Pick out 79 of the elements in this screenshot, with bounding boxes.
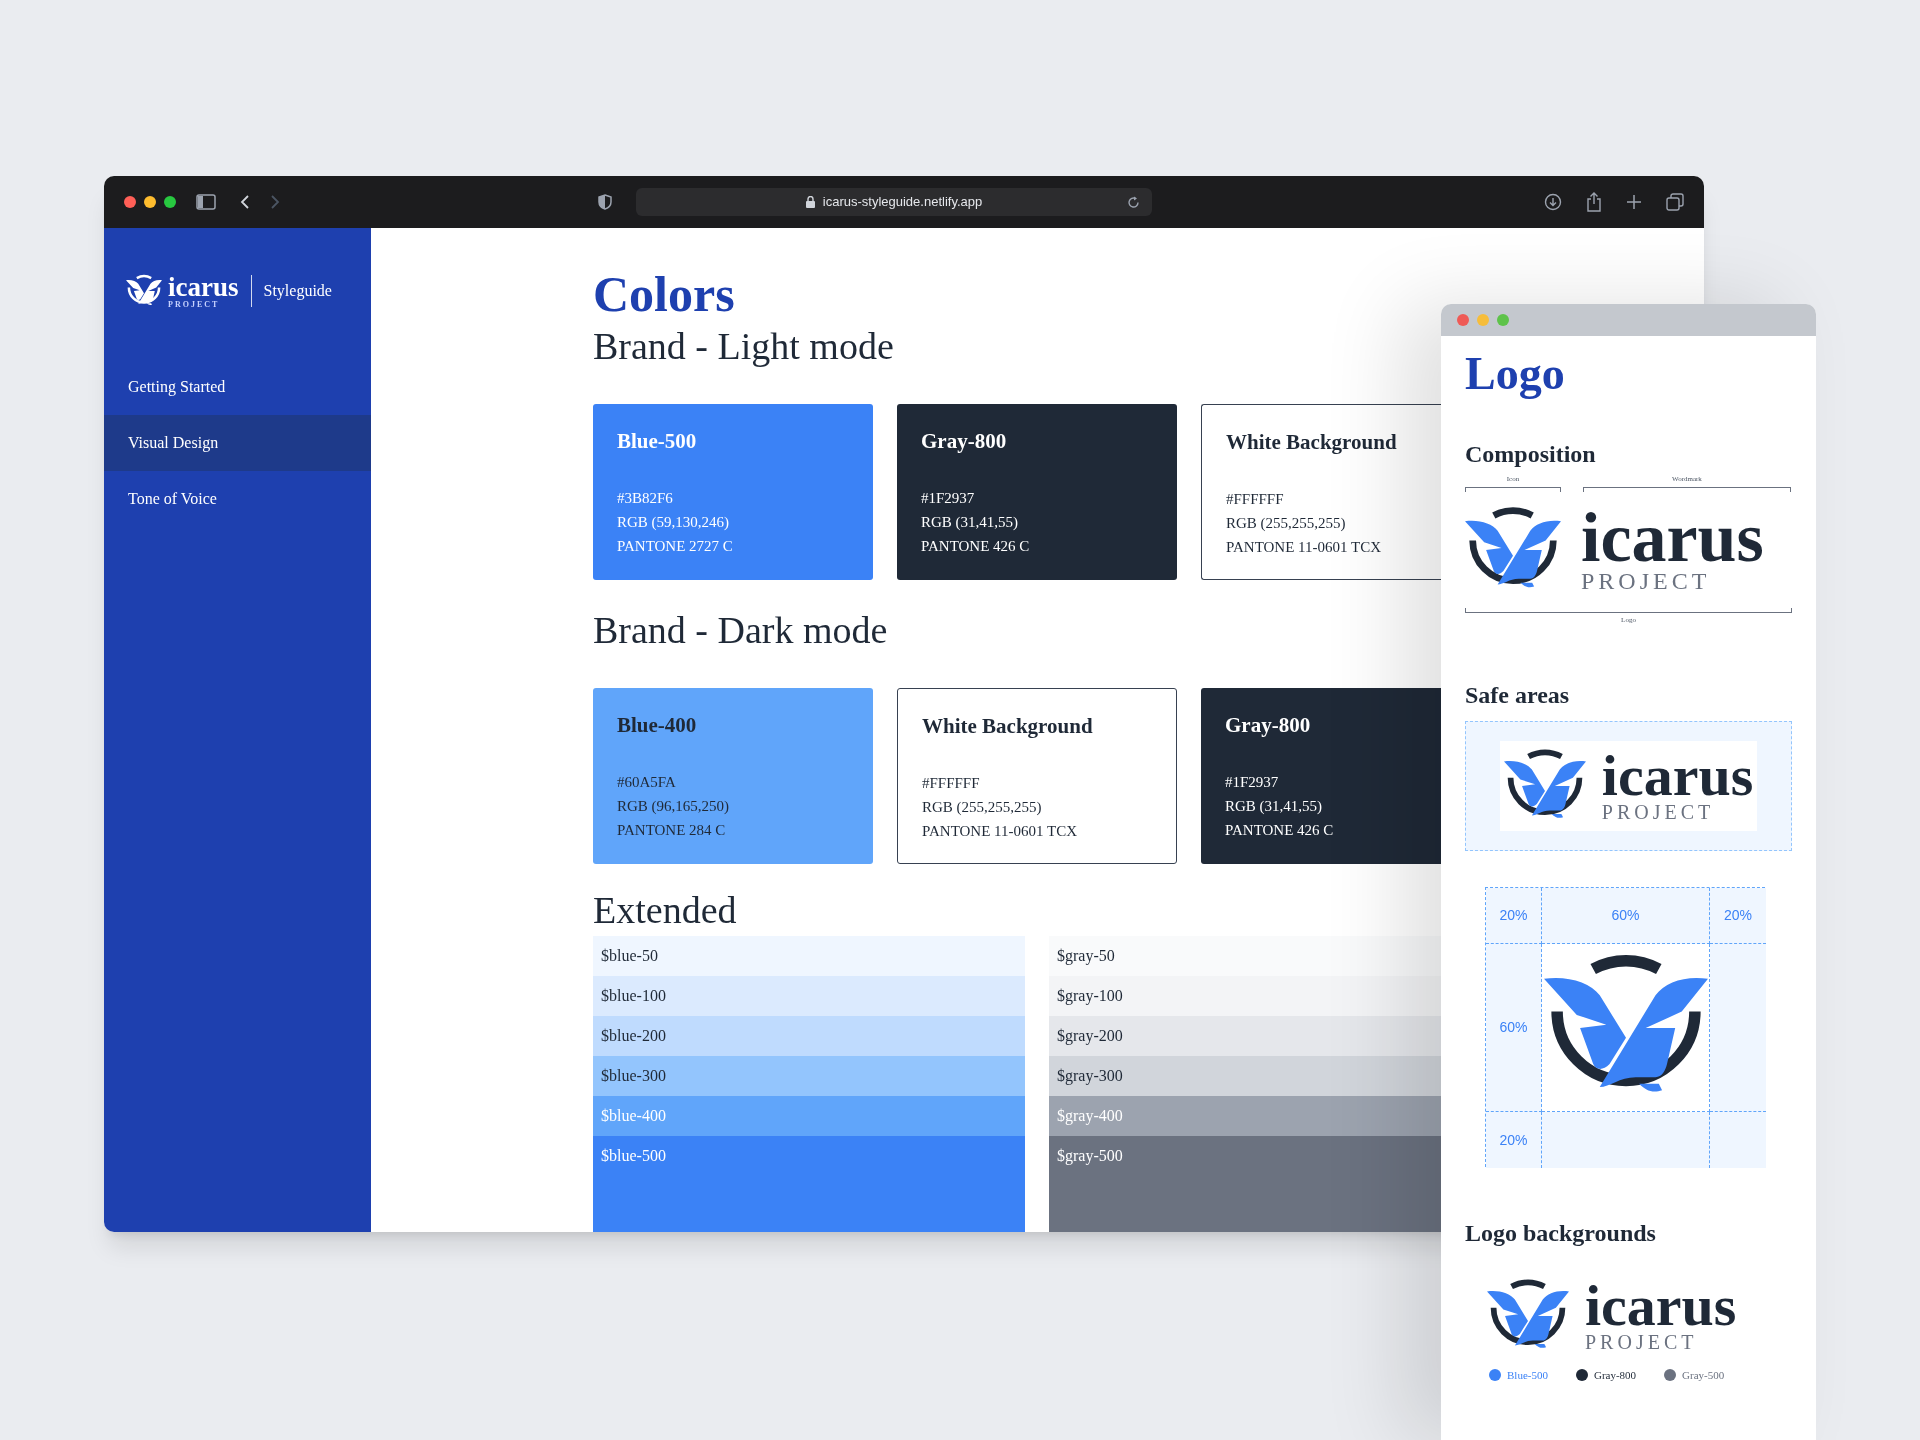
rgb-value: RGB (96,165,250)	[617, 796, 731, 816]
swatch-name: Blue-500	[617, 428, 698, 455]
hex-value: #FFFFFF	[922, 773, 981, 793]
wordmark: icarus	[1581, 506, 1764, 569]
new-tab-icon[interactable]	[1626, 194, 1642, 210]
percent-label: 20%	[1499, 1130, 1528, 1150]
percent-label: 20%	[1724, 906, 1752, 925]
color-row: $blue-300	[593, 1056, 1025, 1096]
download-icon[interactable]	[1544, 193, 1562, 211]
pantone-value: PANTONE 11-0601 TCX	[1226, 537, 1383, 557]
legend-label: Gray-800	[1593, 1368, 1637, 1383]
minimize-button[interactable]	[144, 196, 156, 208]
color-row: $gray-100	[1049, 976, 1441, 1016]
section-heading: Safe areas	[1465, 681, 1571, 710]
hex-value: #1F2937	[921, 488, 976, 508]
page-title: Colors	[593, 266, 735, 322]
sidebar-item[interactable]: Tone of Voice	[104, 471, 371, 527]
pantone-value: PANTONE 284 C	[617, 820, 727, 840]
shield-icon[interactable]	[598, 194, 612, 210]
back-icon[interactable]	[240, 194, 250, 210]
pantone-value: PANTONE 2727 C	[617, 536, 734, 556]
logo-subtitle: PROJECT	[1601, 802, 1716, 822]
color-row: $blue-50	[593, 936, 1025, 976]
address-bar[interactable]: icarus-styleguide.netlify.app	[636, 188, 1152, 216]
swatch-name: White Background	[922, 713, 1094, 740]
color-row: $gray-400	[1049, 1096, 1441, 1136]
swatch-name: Blue-400	[617, 712, 698, 739]
rgb-value: RGB (255,255,255)	[1226, 513, 1347, 533]
color-row: $gray-200	[1049, 1016, 1441, 1056]
color-row: $blue-200	[593, 1016, 1025, 1056]
section-heading: Logo backgrounds	[1465, 1219, 1657, 1248]
rgb-value: RGB (59,130,246)	[617, 512, 731, 532]
section-heading: Extended	[593, 888, 737, 932]
hex-value: #60A5FA	[617, 772, 677, 792]
hex-value: #3B82F6	[617, 488, 674, 508]
reload-icon[interactable]	[1127, 195, 1140, 209]
color-row: $gray-300	[1049, 1056, 1441, 1096]
lock-icon	[805, 196, 815, 208]
wordmark: icarus	[1601, 750, 1754, 802]
pantone-value: PANTONE 426 C	[921, 536, 1031, 556]
color-row: $gray-50	[1049, 936, 1441, 976]
swatch-name: Gray-800	[1225, 712, 1312, 739]
hex-value: #1F2937	[1225, 772, 1280, 792]
close-button[interactable]	[124, 196, 136, 208]
product-name: Styleguide	[263, 281, 332, 302]
rgb-value: RGB (31,41,55)	[921, 512, 1020, 532]
color-row: $blue-500	[593, 1136, 1025, 1232]
zoom-button[interactable]	[164, 196, 176, 208]
sidebar-item[interactable]: Getting Started	[104, 359, 371, 415]
section-heading: Composition	[1465, 440, 1597, 469]
wordmark: icarus	[1585, 1280, 1737, 1332]
clear-space-cell	[1710, 1112, 1766, 1168]
share-icon[interactable]	[1586, 192, 1602, 212]
pantone-value: PANTONE 426 C	[1225, 820, 1335, 840]
logo-subtitle: PROJECT	[1581, 568, 1712, 593]
tabs-overview-icon[interactable]	[1666, 193, 1684, 211]
percent-label: 60%	[1611, 906, 1640, 925]
pantone-value: PANTONE 11-0601 TCX	[922, 821, 1079, 841]
percent-label: 20%	[1499, 906, 1528, 925]
color-row: $blue-400	[593, 1096, 1025, 1136]
color-row: $gray-500	[1049, 1136, 1441, 1232]
percent-label: 60%	[1499, 1018, 1528, 1037]
legend-label: Blue-500	[1507, 1368, 1548, 1383]
hex-value: #FFFFFF	[1226, 489, 1285, 509]
logo-subtitle: PROJECT	[168, 300, 221, 309]
wordmark: icarus	[168, 273, 239, 301]
rgb-value: RGB (255,255,255)	[922, 797, 1043, 817]
rgb-value: RGB (31,41,55)	[1225, 796, 1324, 816]
sidebar-item[interactable]: Visual Design	[104, 415, 371, 471]
logo-subtitle: PROJECT	[1585, 1332, 1699, 1352]
page-title: Logo	[1465, 348, 1566, 400]
swatch-name: Gray-800	[921, 428, 1008, 455]
section-heading: Brand - Light mode	[593, 324, 894, 368]
legend-label: Gray-500	[1682, 1368, 1725, 1383]
color-row: $blue-100	[593, 976, 1025, 1016]
swatch-name: White Background	[1226, 429, 1398, 456]
url-text: icarus-styleguide.netlify.app	[822, 193, 983, 212]
sidebar-toggle-icon[interactable]	[196, 194, 216, 210]
section-heading: Brand - Dark mode	[593, 608, 888, 652]
